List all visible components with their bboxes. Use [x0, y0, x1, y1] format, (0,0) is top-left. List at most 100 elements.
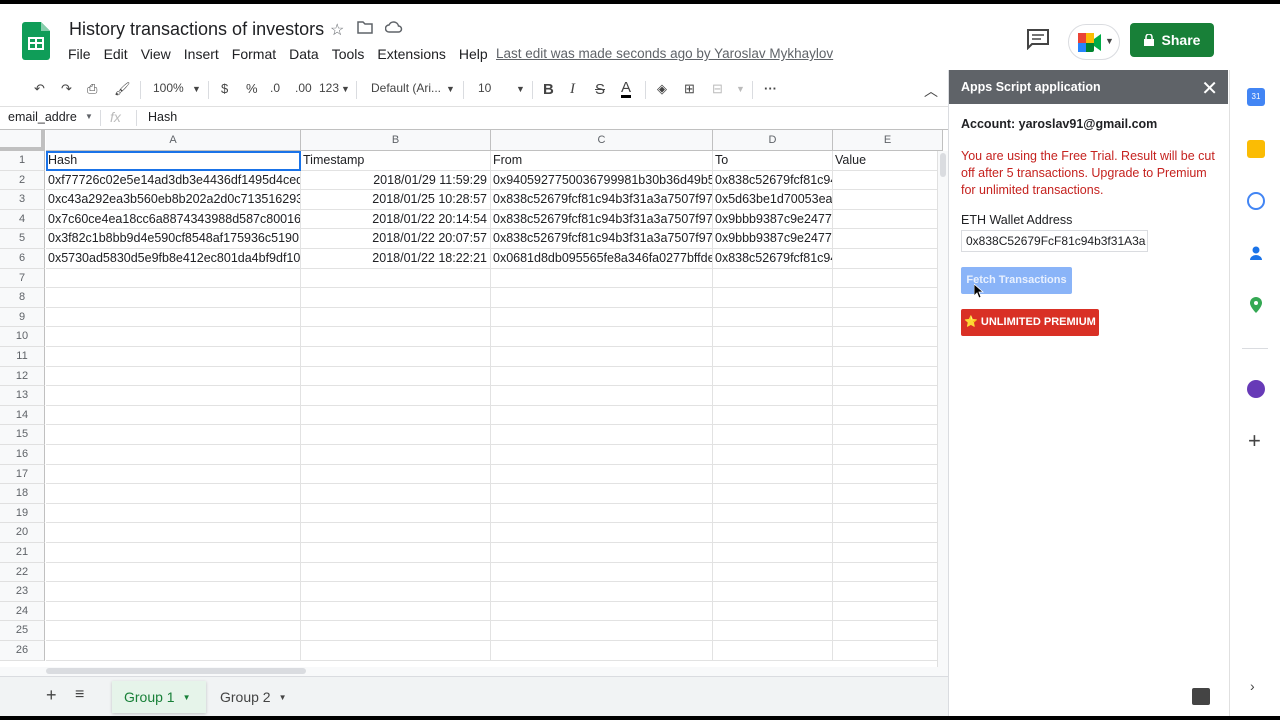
- grid-cell[interactable]: [301, 268, 491, 289]
- italic-button[interactable]: I: [570, 81, 575, 98]
- tab-group-1[interactable]: Group 1 ▼: [112, 681, 206, 713]
- grid-cell[interactable]: [833, 503, 943, 524]
- grid-cell[interactable]: [833, 170, 943, 191]
- row-header[interactable]: 9: [0, 307, 45, 328]
- horizontal-scrollbar[interactable]: [0, 667, 948, 676]
- keep-icon[interactable]: [1247, 140, 1265, 158]
- grid-cell[interactable]: [713, 582, 833, 602]
- grid-cell[interactable]: [301, 386, 491, 406]
- grid-cell[interactable]: 0x838c52679fcf81c94: [713, 249, 833, 269]
- grid-cell[interactable]: [491, 582, 713, 602]
- explore-icon[interactable]: [1192, 688, 1210, 705]
- comment-history-icon[interactable]: [1026, 28, 1050, 50]
- menu-view[interactable]: View: [141, 46, 171, 62]
- more-options-icon[interactable]: ···: [764, 81, 777, 96]
- grid-cell[interactable]: 2018/01/25 10:28:57: [301, 190, 491, 210]
- grid-cell[interactable]: [46, 641, 301, 661]
- row-header[interactable]: 15: [0, 425, 45, 445]
- grid-cell[interactable]: [491, 425, 713, 445]
- grid-cell[interactable]: [491, 562, 713, 583]
- grid-cell[interactable]: [713, 543, 833, 563]
- row-header[interactable]: 21: [0, 543, 45, 563]
- grid-cell[interactable]: [491, 464, 713, 485]
- menu-help[interactable]: Help: [459, 46, 488, 62]
- chevron-right-icon[interactable]: ›: [1250, 678, 1255, 694]
- grid-cell[interactable]: [301, 327, 491, 347]
- row-header[interactable]: 24: [0, 601, 45, 622]
- grid-cell[interactable]: [833, 425, 943, 445]
- formula-input[interactable]: Hash: [148, 110, 177, 124]
- print-icon[interactable]: ⎙: [87, 81, 97, 97]
- menu-format[interactable]: Format: [232, 46, 276, 62]
- grid-cell[interactable]: 0x3f82c1b8bb9d4e590cf8548af175936c5190: [46, 229, 301, 249]
- grid-cell[interactable]: [301, 523, 491, 543]
- grid-cell[interactable]: [833, 347, 943, 367]
- row-header[interactable]: 11: [0, 347, 45, 367]
- grid-cell[interactable]: Hash: [46, 151, 301, 171]
- font-size-select[interactable]: 10: [478, 81, 491, 95]
- get-addons-icon[interactable]: +: [1248, 428, 1261, 454]
- menu-data[interactable]: Data: [289, 46, 319, 62]
- grid-cell[interactable]: [491, 523, 713, 543]
- grid-cell[interactable]: [301, 503, 491, 524]
- grid-cell[interactable]: [301, 582, 491, 602]
- grid-cell[interactable]: [491, 445, 713, 465]
- grid-cell[interactable]: [713, 425, 833, 445]
- grid-cell[interactable]: [833, 543, 943, 563]
- grid-cell[interactable]: 2018/01/29 11:59:29: [301, 170, 491, 191]
- grid-cell[interactable]: [833, 641, 943, 661]
- bold-button[interactable]: B: [543, 81, 554, 98]
- text-color-button[interactable]: A: [621, 80, 632, 98]
- grid-cell[interactable]: 2018/01/22 20:07:57: [301, 229, 491, 249]
- grid-cell[interactable]: [491, 641, 713, 661]
- grid-cell[interactable]: [833, 288, 943, 308]
- grid-cell[interactable]: [833, 327, 943, 347]
- grid-cell[interactable]: Timestamp: [301, 151, 491, 171]
- grid-cell[interactable]: [713, 405, 833, 426]
- grid-cell[interactable]: [833, 621, 943, 641]
- grid-cell[interactable]: [713, 464, 833, 485]
- document-title[interactable]: History transactions of investors: [69, 19, 324, 40]
- grid-cell[interactable]: [713, 386, 833, 406]
- grid-cell[interactable]: [491, 621, 713, 641]
- menu-edit[interactable]: Edit: [104, 46, 128, 62]
- grid-cell[interactable]: [491, 503, 713, 524]
- tab-group-2[interactable]: Group 2 ▼: [208, 681, 302, 713]
- scroll-thumb[interactable]: [940, 153, 946, 177]
- grid-cell[interactable]: [46, 582, 301, 602]
- grid-cell[interactable]: [713, 366, 833, 387]
- grid-cell[interactable]: [301, 366, 491, 387]
- grid-cell[interactable]: 0x5d63be1d70053ea: [713, 190, 833, 210]
- grid-cell[interactable]: [833, 209, 943, 230]
- grid-cell[interactable]: [46, 327, 301, 347]
- tasks-icon[interactable]: [1247, 192, 1265, 210]
- formats-chevron-icon[interactable]: ▼: [341, 84, 350, 94]
- grid-cell[interactable]: [491, 601, 713, 622]
- addon-icon[interactable]: [1247, 380, 1265, 398]
- borders-icon[interactable]: ⊞: [684, 81, 695, 97]
- grid-cell[interactable]: [713, 445, 833, 465]
- grid-cell[interactable]: 0x9bbb9387c9e2477: [713, 209, 833, 230]
- column-header[interactable]: A: [46, 130, 301, 151]
- grid-cell[interactable]: [833, 405, 943, 426]
- row-header[interactable]: 6: [0, 249, 45, 269]
- grid-cell[interactable]: [46, 307, 301, 328]
- grid-cell[interactable]: [833, 582, 943, 602]
- grid-cell[interactable]: [491, 484, 713, 504]
- grid-cell[interactable]: [46, 268, 301, 289]
- move-folder-icon[interactable]: [357, 20, 373, 39]
- tab-chevron-icon[interactable]: ▼: [183, 693, 191, 702]
- contacts-icon[interactable]: [1247, 244, 1265, 262]
- row-header[interactable]: 22: [0, 562, 45, 583]
- grid-cell[interactable]: [491, 268, 713, 289]
- grid-cell[interactable]: [491, 386, 713, 406]
- paint-format-icon[interactable]: 🖌: [114, 81, 131, 97]
- grid-cell[interactable]: [46, 288, 301, 308]
- grid-cell[interactable]: 0x838c52679fcf81c94b3f31a3a7507f97: [491, 209, 713, 230]
- grid-cell[interactable]: [833, 307, 943, 328]
- collapse-toolbar-icon[interactable]: ︿: [924, 81, 938, 101]
- row-header[interactable]: 5: [0, 229, 45, 249]
- grid-cell[interactable]: [46, 347, 301, 367]
- grid-cell[interactable]: [833, 229, 943, 249]
- merge-chevron-icon[interactable]: ▼: [736, 84, 745, 94]
